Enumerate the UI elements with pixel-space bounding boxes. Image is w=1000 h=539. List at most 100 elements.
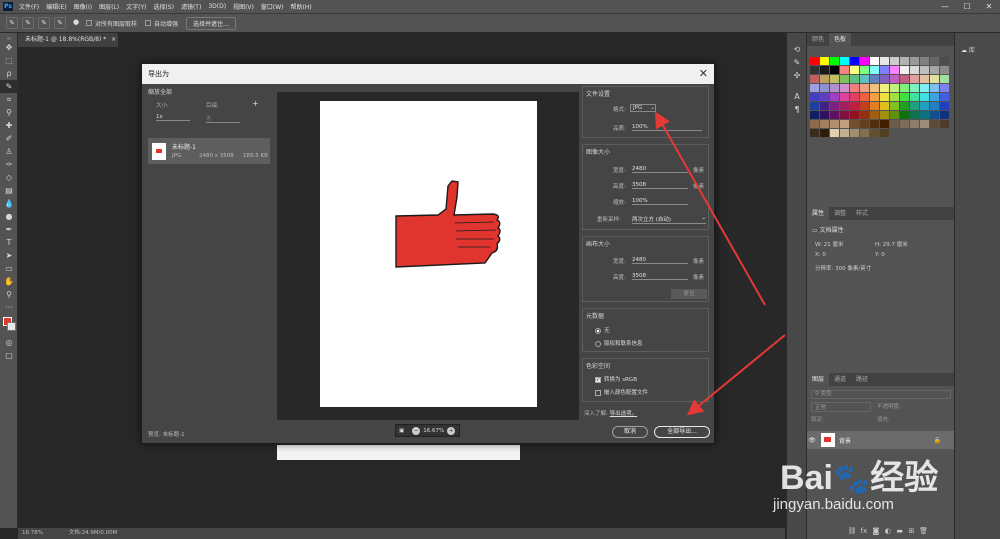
swatch-92[interactable] bbox=[890, 111, 899, 119]
dialog-close-icon[interactable]: ✕ bbox=[699, 64, 708, 84]
swatch-107[interactable] bbox=[900, 120, 909, 128]
tab-channels[interactable]: 通道 bbox=[829, 373, 851, 386]
swatch-26[interactable] bbox=[930, 66, 939, 74]
character-icon[interactable]: A bbox=[787, 90, 807, 103]
swatch-23[interactable] bbox=[900, 66, 909, 74]
swatch-84[interactable] bbox=[810, 111, 819, 119]
swatch-101[interactable] bbox=[840, 120, 849, 128]
more-tools-icon[interactable]: ··· bbox=[0, 301, 18, 314]
swatch-66[interactable] bbox=[910, 93, 919, 101]
swatch-96[interactable] bbox=[930, 111, 939, 119]
canvas-width-input[interactable]: 2480 bbox=[632, 257, 688, 264]
subtract-selection-icon[interactable]: ✎ bbox=[54, 17, 66, 29]
swatch-4[interactable] bbox=[850, 57, 859, 65]
path-select-icon[interactable]: ➤ bbox=[0, 249, 18, 262]
swatch-35[interactable] bbox=[880, 75, 889, 83]
eyedropper-tool-icon[interactable]: ⚲ bbox=[0, 106, 18, 119]
brush-settings-icon[interactable]: ✎ bbox=[787, 56, 807, 69]
swatch-20[interactable] bbox=[870, 66, 879, 74]
swatch-34[interactable] bbox=[870, 75, 879, 83]
library-label[interactable]: 库 bbox=[969, 47, 975, 54]
quick-mask-icon[interactable]: ◎ bbox=[0, 336, 18, 349]
swatch-51[interactable] bbox=[900, 84, 909, 92]
swatch-36[interactable] bbox=[890, 75, 899, 83]
healing-brush-icon[interactable]: ✚ bbox=[0, 119, 18, 132]
swatch-19[interactable] bbox=[860, 66, 869, 74]
menu-file[interactable]: 文件(F) bbox=[19, 2, 39, 11]
zoom-tool-icon[interactable]: ⚲ bbox=[0, 288, 18, 301]
swatch-73[interactable] bbox=[840, 102, 849, 110]
swatch-30[interactable] bbox=[830, 75, 839, 83]
swatch-41[interactable] bbox=[940, 75, 949, 83]
swatch-109[interactable] bbox=[920, 120, 929, 128]
swatch-58[interactable] bbox=[830, 93, 839, 101]
swatch-57[interactable] bbox=[820, 93, 829, 101]
swatch-15[interactable] bbox=[820, 66, 829, 74]
lasso-tool-icon[interactable]: ρ bbox=[0, 67, 18, 80]
swatch-42[interactable] bbox=[810, 84, 819, 92]
menu-layer[interactable]: 图层(L) bbox=[99, 2, 119, 11]
zoom-level[interactable]: 18.78% bbox=[22, 530, 43, 536]
zoom-out-button[interactable]: − bbox=[412, 426, 421, 435]
swatch-56[interactable] bbox=[810, 93, 819, 101]
adjust-icon[interactable]: ✣ bbox=[787, 69, 807, 82]
menu-type[interactable]: 文字(Y) bbox=[126, 2, 146, 11]
swatch-95[interactable] bbox=[920, 111, 929, 119]
shape-tool-icon[interactable]: ▭ bbox=[0, 262, 18, 275]
type-tool-icon[interactable]: T bbox=[0, 236, 18, 249]
fit-icon[interactable]: ▣ bbox=[399, 428, 404, 434]
swatch-72[interactable] bbox=[830, 102, 839, 110]
canvas-height-input[interactable]: 3508 bbox=[632, 273, 688, 280]
swatch-22[interactable] bbox=[890, 66, 899, 74]
cancel-button[interactable]: 取消 bbox=[612, 426, 648, 438]
swatch-44[interactable] bbox=[830, 84, 839, 92]
menu-window[interactable]: 窗口(W) bbox=[261, 2, 284, 11]
swatch-110[interactable] bbox=[930, 120, 939, 128]
resample-select[interactable]: 两次立方 (自动) ⌄ bbox=[632, 215, 706, 224]
asset-item[interactable]: 未标题-1 JPG 2480 x 3508 189.5 KB bbox=[148, 138, 270, 164]
swatch-31[interactable] bbox=[840, 75, 849, 83]
swatch-93[interactable] bbox=[900, 111, 909, 119]
swatch-89[interactable] bbox=[860, 111, 869, 119]
swatch-81[interactable] bbox=[920, 102, 929, 110]
swatch-91[interactable] bbox=[880, 111, 889, 119]
image-height-input[interactable]: 3508 bbox=[632, 182, 688, 189]
swatch-45[interactable] bbox=[840, 84, 849, 92]
swatch-25[interactable] bbox=[920, 66, 929, 74]
swatch-0[interactable] bbox=[810, 57, 819, 65]
w-value[interactable]: 21 厘米 bbox=[824, 242, 844, 248]
swatch-28[interactable] bbox=[810, 75, 819, 83]
swatch-104[interactable] bbox=[870, 120, 879, 128]
tab-paths[interactable]: 路径 bbox=[851, 373, 873, 386]
swatch-43[interactable] bbox=[820, 84, 829, 92]
image-width-input[interactable]: 2480 bbox=[632, 166, 688, 173]
swatch-79[interactable] bbox=[900, 102, 909, 110]
clone-stamp-icon[interactable]: ♙ bbox=[0, 145, 18, 158]
swatch-32[interactable] bbox=[850, 75, 859, 83]
menu-3d[interactable]: 3D(D) bbox=[208, 3, 226, 10]
swatch-70[interactable] bbox=[810, 102, 819, 110]
swatch-88[interactable] bbox=[850, 111, 859, 119]
swatch-16[interactable] bbox=[830, 66, 839, 74]
zoom-in-button[interactable]: + bbox=[447, 426, 456, 435]
swatch-46[interactable] bbox=[850, 84, 859, 92]
tab-color[interactable]: 颜色 bbox=[807, 33, 829, 46]
history-icon[interactable]: ⟲ bbox=[787, 43, 807, 56]
pen-tool-icon[interactable]: ✒ bbox=[0, 223, 18, 236]
swatch-90[interactable] bbox=[870, 111, 879, 119]
swatch-61[interactable] bbox=[860, 93, 869, 101]
document-tab[interactable]: 未标题-1 @ 18.8%(RGB/8) * × bbox=[18, 33, 118, 47]
swatch-112[interactable] bbox=[810, 129, 819, 137]
select-and-mask-button[interactable]: 选择并遮住... bbox=[186, 16, 236, 30]
gradient-tool-icon[interactable]: ▤ bbox=[0, 184, 18, 197]
quick-select-tool-icon[interactable]: ✎ bbox=[6, 17, 18, 29]
swatch-100[interactable] bbox=[830, 120, 839, 128]
crop-tool-icon[interactable]: ⌗ bbox=[0, 93, 18, 106]
zoom-value[interactable]: 16.67% bbox=[423, 428, 444, 434]
swatch-113[interactable] bbox=[820, 129, 829, 137]
swatch-21[interactable] bbox=[880, 66, 889, 74]
swatch-12[interactable] bbox=[930, 57, 939, 65]
swatch-6[interactable] bbox=[870, 57, 879, 65]
quick-select-tool-icon[interactable]: ✎ bbox=[0, 80, 18, 93]
swatch-1[interactable] bbox=[820, 57, 829, 65]
